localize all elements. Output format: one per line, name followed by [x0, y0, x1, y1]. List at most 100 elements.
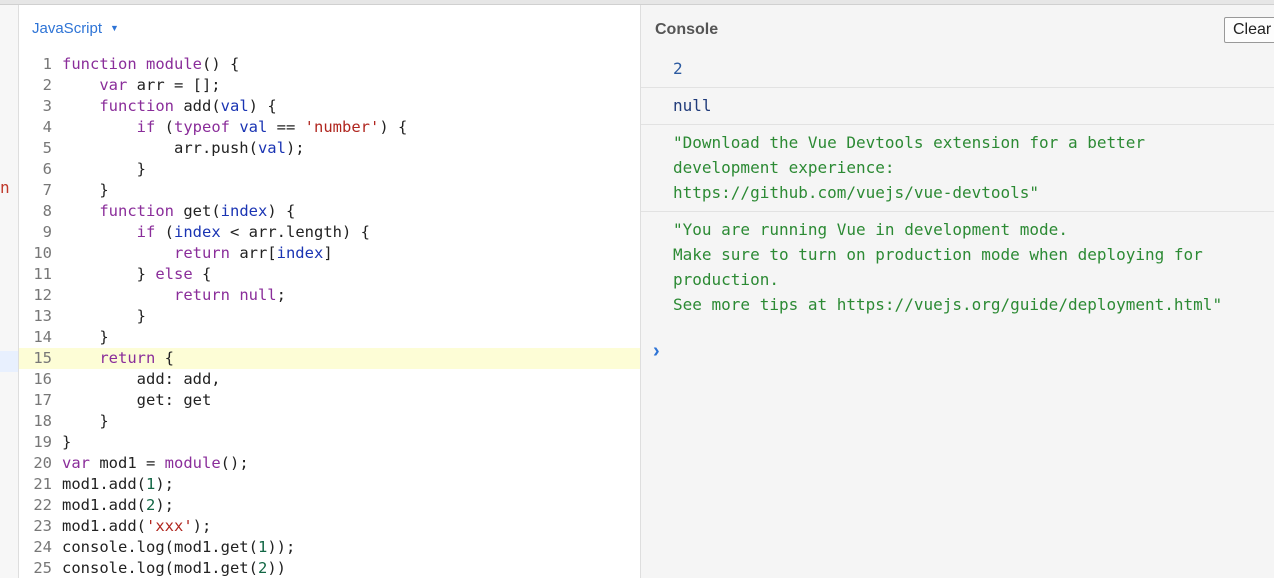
prompt-chevron-icon[interactable]: ›	[653, 340, 660, 363]
code-token: {	[164, 349, 174, 367]
code-token: 2	[146, 496, 156, 514]
code-line[interactable]: 18 }	[19, 411, 640, 432]
line-source: console.log(mod1.get(1));	[52, 537, 295, 558]
code-token: get(	[183, 202, 221, 220]
clear-console-button[interactable]: Clear	[1224, 17, 1274, 43]
code-token: function module	[62, 55, 202, 73]
line-source: console.log(mod1.get(2))	[52, 558, 286, 579]
line-number: 1	[42, 55, 52, 73]
language-selector[interactable]: JavaScript ▼	[32, 20, 119, 37]
code-token: ));	[267, 538, 296, 556]
code-token: );	[192, 517, 212, 535]
line-source: return {	[52, 348, 174, 369]
code-token: {	[192, 265, 212, 283]
code-line[interactable]: 16 add: add,	[19, 369, 640, 390]
code-token: );	[285, 139, 305, 157]
code-token: index	[276, 244, 324, 262]
code-line[interactable]: 11 } else {	[19, 264, 640, 285]
line-number: 25	[33, 559, 52, 577]
code-token: }	[62, 181, 109, 199]
code-line[interactable]: 1 function module() {	[19, 54, 640, 75]
line-source: arr.push(val);	[52, 138, 305, 159]
code-token: 'xxx'	[146, 517, 193, 535]
code-line[interactable]: 19}	[19, 432, 640, 453]
code-token: return	[62, 349, 165, 367]
code-line[interactable]: 7 }	[19, 180, 640, 201]
code-line[interactable]: 6 }	[19, 159, 640, 180]
code-line[interactable]: 8 function get(index) {	[19, 201, 640, 222]
line-source: }	[52, 432, 71, 453]
line-source: return arr[index]	[52, 243, 333, 264]
line-source: if (typeof val == 'number') {	[52, 117, 408, 138]
line-source: add: add,	[52, 369, 221, 390]
line-number: 10	[33, 244, 52, 262]
gutter-marker: n	[0, 178, 10, 197]
code-token: module	[164, 454, 221, 472]
language-selector-label: JavaScript	[32, 20, 103, 37]
line-number: 9	[42, 223, 52, 241]
code-line[interactable]: 13 }	[19, 306, 640, 327]
code-token: function	[62, 202, 184, 220]
code-token: ) {	[248, 97, 277, 115]
code-token: get: get	[62, 391, 212, 409]
code-token: if	[62, 223, 165, 241]
code-editor-pane[interactable]: JavaScript ▼ 1 function module() {2 var ar…	[19, 5, 641, 578]
code-line[interactable]: 22 mod1.add(2);	[19, 495, 640, 516]
console-pane: Console Clear 2 null "Download the Vue Dev…	[641, 5, 1274, 578]
line-number: 23	[33, 517, 52, 535]
code-token: ();	[220, 454, 249, 472]
code-line[interactable]: 14 }	[19, 327, 640, 348]
console-log-entry: "You are running Vue in development mode…	[673, 220, 1223, 314]
code-token: add: add,	[62, 370, 221, 388]
line-source: }	[52, 180, 109, 201]
code-line[interactable]: 10 return arr[index]	[19, 243, 640, 264]
code-token: return	[62, 244, 240, 262]
code-line[interactable]: 4 if (typeof val == 'number') {	[19, 117, 640, 138]
code-token: }	[62, 265, 156, 283]
code-line[interactable]: 24 console.log(mod1.get(1));	[19, 537, 640, 558]
code-token: ;	[276, 286, 286, 304]
code-line[interactable]: 23 mod1.add('xxx');	[19, 516, 640, 537]
code-token: console.log(mod1.get(	[62, 538, 258, 556]
code-line[interactable]: 9 if (index < arr.length) {	[19, 222, 640, 243]
code-line[interactable]: 17 get: get	[19, 390, 640, 411]
code-token: val	[257, 139, 286, 157]
line-source: }	[52, 327, 108, 348]
line-source: function add(val) {	[52, 96, 277, 117]
code-line[interactable]: 2 var arr = [];	[19, 75, 640, 96]
line-number: 13	[33, 307, 52, 325]
code-line[interactable]: 3 function add(val) {	[19, 96, 640, 117]
code-line[interactable]: 5 arr.push(val);	[19, 138, 640, 159]
code-area[interactable]: 1 function module() {2 var arr = []; 3 fun…	[19, 54, 640, 579]
line-source: mod1.add('xxx');	[52, 516, 211, 537]
code-token: function	[62, 97, 184, 115]
line-source: function module() {	[52, 54, 239, 75]
console-log-entry: null	[641, 88, 1274, 125]
code-token: typeof	[174, 118, 240, 136]
line-number: 18	[33, 412, 52, 430]
line-number: 19	[33, 433, 52, 451]
line-number: 15	[33, 349, 52, 367]
line-number: 14	[33, 328, 52, 346]
code-line[interactable]: 15 return {	[19, 348, 640, 369]
console-log-entry: "Download the Vue Devtools extension for…	[641, 125, 1274, 212]
code-token: val	[239, 118, 268, 136]
line-number: 17	[33, 391, 52, 409]
line-source: function get(index) {	[52, 201, 295, 222]
code-token: ) {	[379, 118, 408, 136]
console-title: Console	[655, 21, 719, 38]
line-source: mod1.add(1);	[52, 474, 174, 495]
console-log-entry: 2	[641, 51, 1274, 88]
code-token: index	[174, 223, 221, 241]
code-token: mod1 =	[99, 454, 165, 472]
code-token: arr = [];	[136, 76, 221, 94]
code-line[interactable]: 20 var mod1 = module();	[19, 453, 640, 474]
code-line[interactable]: 21 mod1.add(1);	[19, 474, 640, 495]
line-number: 12	[33, 286, 52, 304]
code-line[interactable]: 25 console.log(mod1.get(2))	[19, 558, 640, 579]
code-token: }	[62, 412, 109, 430]
code-token: (	[164, 223, 174, 241]
line-source: mod1.add(2);	[52, 495, 174, 516]
code-line[interactable]: 12 return null;	[19, 285, 640, 306]
code-token: mod1.add(	[62, 496, 146, 514]
